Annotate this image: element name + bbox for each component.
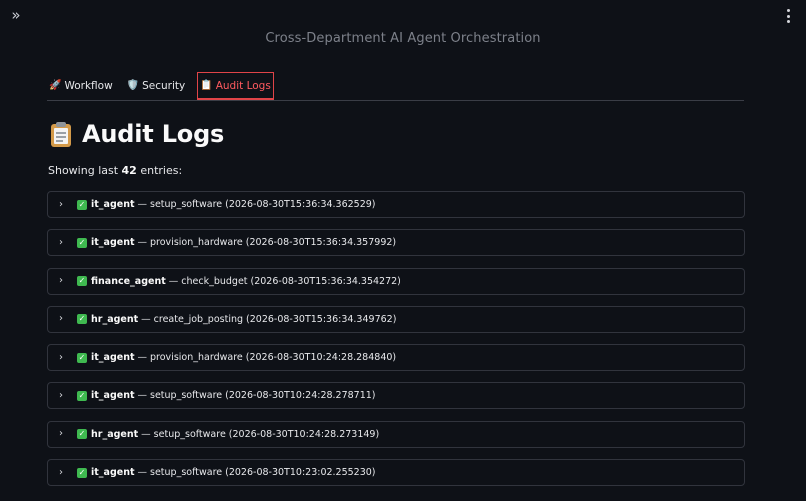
kebab-dot — [786, 20, 790, 23]
log-expander[interactable]: › ✓ it_agent — setup_software (2026-08-3… — [47, 459, 745, 487]
log-agent: it_agent — [91, 390, 135, 402]
check-icon: ✓ — [77, 276, 87, 287]
log-timestamp: (2026-08-30T15:36:34.349762) — [246, 313, 397, 325]
count-prefix: Showing last — [48, 164, 119, 177]
log-separator: — — [137, 352, 148, 364]
app-subtitle: Cross-Department AI Agent Orchestration — [265, 31, 541, 46]
kebab-dot — [786, 14, 790, 18]
rocket-icon: 🚀 — [49, 80, 62, 91]
tab-audit-logs[interactable]: 📋 Audit Logs — [197, 72, 274, 100]
log-timestamp: (2026-08-30T10:23:02.255230) — [225, 467, 376, 479]
log-expander[interactable]: › ✓ finance_agent — check_budget (2026-0… — [47, 267, 745, 295]
log-timestamp: (2026-08-30T15:36:34.357992) — [245, 237, 397, 249]
check-icon: ✓ — [77, 467, 87, 478]
count-suffix: entries: — [140, 164, 183, 177]
main-menu-kebab-icon[interactable] — [784, 7, 792, 25]
log-separator: — — [137, 390, 148, 402]
chevron-right-icon: › — [59, 466, 63, 478]
log-agent: hr_agent — [91, 313, 139, 325]
tab-workflow[interactable]: 🚀 Workflow — [47, 72, 115, 100]
log-timestamp: (2026-08-30T10:24:28.278711) — [225, 390, 376, 402]
log-separator: — — [141, 428, 151, 440]
log-separator: — — [137, 237, 148, 249]
tab-bar: 🚀 Workflow 🛡️ Security 📋 Audit Logs — [47, 72, 744, 101]
app-page: » Cross-Department AI Agent Orchestratio… — [0, 0, 806, 501]
log-agent: it_agent — [91, 237, 135, 249]
log-timestamp: (2026-08-30T15:36:34.354272) — [250, 275, 401, 287]
count-value: 42 — [121, 164, 137, 177]
log-expander[interactable]: › ✓ it_agent — provision_hardware (2026-… — [47, 344, 745, 372]
tab-label: Audit Logs — [215, 79, 271, 92]
check-icon: ✓ — [77, 352, 87, 363]
log-separator: — — [137, 199, 148, 210]
log-separator: — — [141, 313, 151, 325]
entries-count: Showing last 42 entries: — [48, 164, 182, 177]
sidebar-expand-icon[interactable]: » — [8, 6, 24, 24]
chevron-right-icon: › — [59, 275, 63, 287]
log-action: check_budget — [181, 275, 248, 287]
chevron-right-icon: › — [59, 198, 63, 210]
log-timestamp: (2026-08-30T10:24:28.273149) — [228, 428, 380, 440]
log-action: setup_software — [150, 390, 223, 402]
tab-security[interactable]: 🛡️ Security — [125, 72, 188, 100]
log-action: provision_hardware — [150, 237, 243, 249]
log-separator: — — [168, 275, 179, 287]
chevron-right-icon: › — [59, 236, 63, 248]
log-action: create_job_posting — [153, 313, 244, 325]
chevron-right-icon: › — [59, 389, 63, 401]
page-title: Audit Logs — [50, 120, 224, 148]
log-agent: finance_agent — [91, 275, 166, 287]
clipboard-icon: 📋 — [200, 79, 213, 91]
log-timestamp: (2026-08-30T10:24:28.284840) — [245, 352, 397, 364]
log-agent: it_agent — [91, 467, 135, 479]
log-expander[interactable]: › ✓ it_agent — provision_hardware (2026-… — [47, 229, 745, 257]
log-expander[interactable]: › ✓ hr_agent — setup_software (2026-08-3… — [47, 420, 745, 448]
log-action: setup_software — [150, 199, 223, 210]
log-timestamp: (2026-08-30T15:36:34.362529) — [225, 199, 376, 210]
log-expander[interactable]: › ✓ it_agent — setup_software (2026-08-3… — [47, 191, 745, 218]
log-expander[interactable]: › ✓ hr_agent — create_job_posting (2026-… — [47, 305, 745, 333]
check-icon: ✓ — [77, 237, 87, 248]
log-action: setup_software — [153, 428, 226, 440]
shield-icon: 🛡️ — [126, 80, 140, 91]
chevron-right-icon: › — [59, 313, 63, 325]
page-title-text: Audit Logs — [82, 120, 225, 148]
check-icon: ✓ — [77, 199, 87, 210]
audit-log-list: › ✓ it_agent — setup_software (2026-08-3… — [47, 191, 745, 497]
clipboard-icon — [50, 121, 72, 147]
check-icon: ✓ — [77, 390, 87, 401]
tab-label: Security — [142, 80, 186, 92]
tab-label: Workflow — [64, 80, 113, 92]
log-action: provision_hardware — [150, 352, 243, 364]
log-expander[interactable]: › ✓ it_agent — setup_software (2026-08-3… — [47, 382, 745, 410]
chevron-right-icon: › — [59, 428, 63, 440]
log-separator: — — [137, 467, 148, 479]
check-icon: ✓ — [77, 314, 87, 325]
log-agent: it_agent — [91, 352, 135, 364]
chevron-right-icon: › — [59, 351, 63, 363]
check-icon: ✓ — [77, 429, 87, 440]
log-agent: hr_agent — [91, 428, 139, 440]
kebab-dot — [786, 9, 790, 12]
log-agent: it_agent — [91, 199, 135, 210]
log-action: setup_software — [150, 467, 223, 479]
